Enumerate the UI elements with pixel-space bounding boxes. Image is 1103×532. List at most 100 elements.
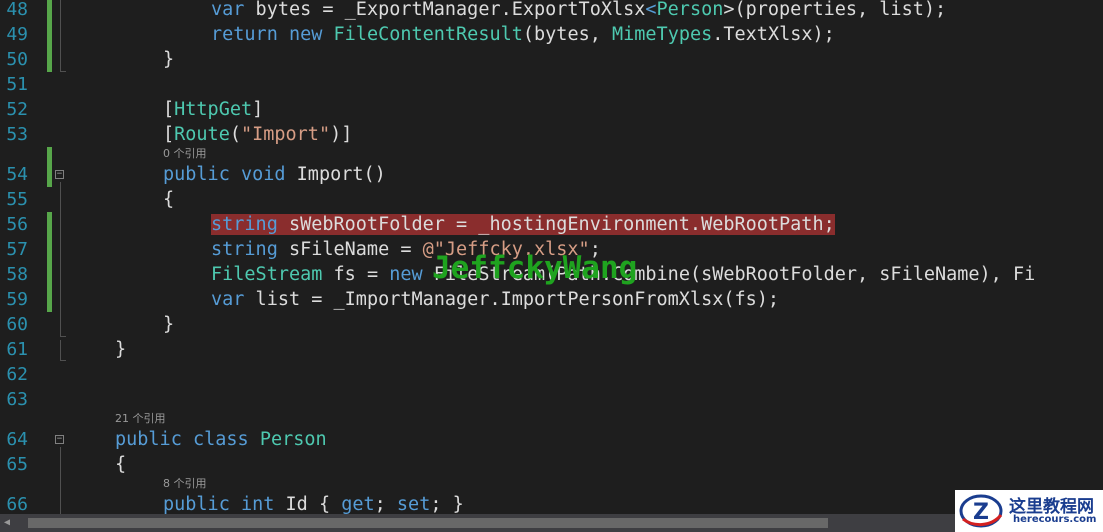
keyword: public: [115, 429, 182, 450]
change-marker: [47, 147, 52, 187]
keyword: var: [211, 289, 245, 310]
keyword: string: [211, 214, 278, 235]
type-name: FileStream: [211, 264, 323, 285]
string-literal: "Import": [240, 124, 331, 145]
logo-letter: Z: [973, 500, 989, 525]
outline-guide: [60, 447, 61, 514]
horizontal-scrollbar[interactable]: ◀: [0, 514, 1103, 532]
line-number: 49: [6, 24, 28, 45]
triangle-left-icon[interactable]: ◀: [2, 517, 12, 529]
keyword: int: [240, 494, 275, 514]
type-name: Person: [259, 429, 327, 450]
code-line-59[interactable]: var list = _ImportManager.ImportPersonFr…: [211, 289, 779, 311]
code-line-65[interactable]: {: [115, 454, 126, 476]
outline-guide-end: [60, 336, 66, 337]
minus-box-icon[interactable]: −: [55, 170, 64, 179]
code-text: ;: [374, 494, 397, 514]
type-name: MimeTypes: [612, 24, 713, 45]
line-number: 58: [6, 264, 28, 285]
code-line-64[interactable]: public class Person: [115, 429, 327, 451]
outline-guide: [60, 0, 61, 72]
line-number: 50: [6, 49, 28, 70]
logo-mark-icon: Z: [959, 494, 1003, 528]
minus-box-icon[interactable]: −: [55, 435, 64, 444]
code-text: sWebRootFolder = _hostingEnvironment.Web…: [277, 214, 835, 235]
line-number: 64: [6, 429, 28, 450]
line-number: 62: [6, 364, 28, 385]
keyword: public: [163, 164, 230, 185]
scrollbar-thumb[interactable]: [28, 518, 828, 528]
code-text: ]: [252, 99, 264, 120]
code-line-55[interactable]: {: [163, 189, 174, 211]
code-line-56[interactable]: string sWebRootFolder = _hostingEnvironm…: [211, 214, 835, 236]
keyword: get: [341, 494, 375, 514]
code-line-52[interactable]: [HttpGet]: [163, 99, 263, 121]
code-line-60[interactable]: }: [163, 314, 174, 336]
code-text: Import(): [285, 164, 386, 185]
keyword: new: [389, 264, 423, 285]
outline-guide-end: [60, 71, 66, 72]
type-name: FileContentResult: [333, 24, 523, 45]
code-text: bytes = _ExportManager.ExportToXlsx: [244, 0, 646, 20]
change-marker: [47, 212, 52, 312]
code-text: <: [645, 0, 657, 20]
code-text: [: [163, 99, 175, 120]
type-name: Person: [656, 0, 724, 20]
outline-guide: [60, 182, 61, 337]
line-number: 66: [6, 494, 28, 514]
keyword: string: [211, 239, 278, 260]
line-number: 61: [6, 339, 28, 360]
code-line-49[interactable]: return new FileContentResult(bytes, Mime…: [211, 24, 835, 46]
code-text: Id {: [274, 494, 342, 514]
code-line-66[interactable]: public int Id { get; set; }: [163, 494, 464, 514]
code-text: list = _ImportManager.ImportPersonFromXl…: [244, 289, 780, 310]
keyword: var: [211, 0, 245, 20]
code-text: fs =: [322, 264, 390, 285]
code-text: (bytes,: [522, 24, 612, 45]
line-number: 52: [6, 99, 28, 120]
line-number: 55: [6, 189, 28, 210]
line-number: 56: [6, 214, 28, 235]
code-line-54[interactable]: public void Import(): [163, 164, 386, 186]
keyword: return: [211, 24, 278, 45]
keyword: set: [396, 494, 431, 514]
outline-guide-end: [60, 360, 66, 361]
reference-count-hint[interactable]: 8 个引用: [163, 477, 207, 491]
author-watermark: JeffckyWang: [432, 250, 638, 286]
code-line-50[interactable]: }: [163, 49, 174, 71]
keyword: new: [288, 24, 323, 45]
breakpoint-highlight: string sWebRootFolder = _hostingEnvironm…: [211, 214, 835, 235]
code-line-53[interactable]: [Route("Import")]: [163, 124, 352, 146]
line-number: 63: [6, 389, 28, 410]
code-text: >(properties, list);: [723, 0, 947, 20]
keyword: void: [240, 164, 286, 185]
type-name: Route: [174, 124, 230, 145]
reference-count-hint[interactable]: 0 个引用: [163, 147, 207, 161]
line-number: 59: [6, 289, 28, 310]
line-number: 57: [6, 239, 28, 260]
line-number: 48: [6, 0, 28, 20]
code-text: [: [163, 124, 175, 145]
keyword: class: [192, 429, 249, 450]
reference-count-hint[interactable]: 21 个引用: [115, 412, 166, 426]
code-text: )]: [330, 124, 353, 145]
code-line-48[interactable]: var bytes = _ExportManager.ExportToXlsx<…: [211, 0, 946, 21]
line-number-gutter: 48 49 50 51 52 53 54 55 56 57 58 59 60 6…: [0, 0, 66, 514]
logo-url: herecours.com: [1013, 514, 1097, 525]
outline-guide: [60, 340, 61, 360]
site-logo: Z 这里教程网 herecours.com: [955, 490, 1103, 532]
line-number: 60: [6, 314, 28, 335]
code-text: ; }: [430, 494, 464, 514]
line-number: 51: [6, 74, 28, 95]
line-number: 65: [6, 454, 28, 475]
code-text: .TextXlsx);: [712, 24, 835, 45]
line-number: 54: [6, 164, 28, 185]
code-line-61[interactable]: }: [115, 339, 126, 361]
code-editor[interactable]: 48 49 50 51 52 53 54 55 56 57 58 59 60 6…: [0, 0, 1103, 514]
code-text: sFileName =: [277, 239, 423, 260]
line-number: 53: [6, 124, 28, 145]
change-marker: [47, 0, 52, 72]
code-text: (: [229, 124, 241, 145]
keyword: public: [163, 494, 230, 514]
type-name: HttpGet: [174, 99, 253, 120]
